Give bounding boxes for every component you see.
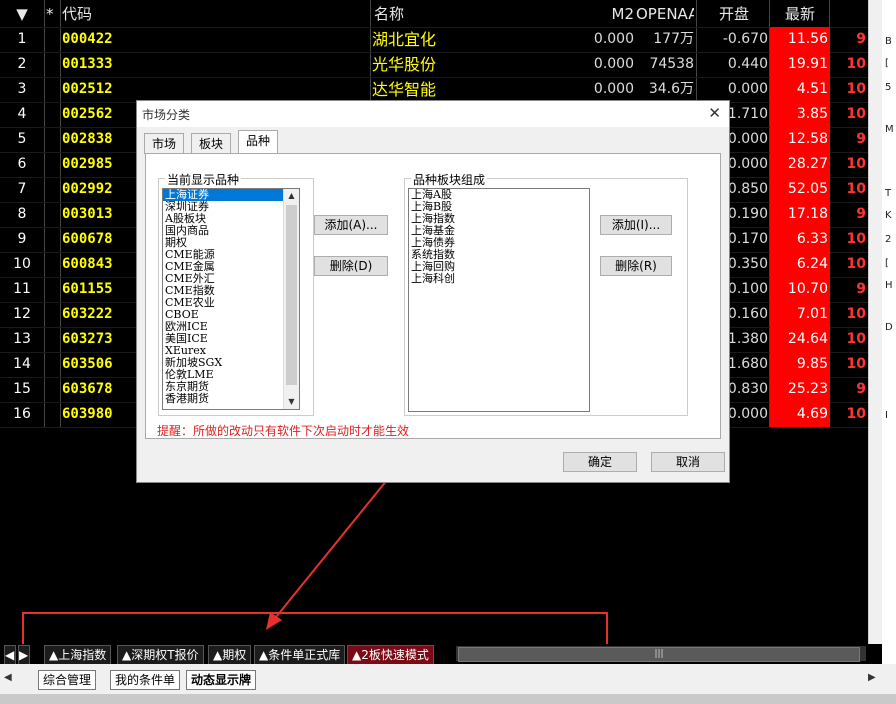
- tab-panel: 当前显示品种 上海证券 深圳证券 A股板块 国内商品 期权 CME能源 CME金属 CME外汇…: [145, 153, 721, 439]
- current-varieties-list[interactable]: 上海证券 深圳证券 A股板块 国内商品 期权 CME能源 CME金属 CME外汇 CME指数 CM…: [162, 188, 300, 410]
- dialog-title: 市场分类: [142, 108, 191, 122]
- sheet-tab-active[interactable]: ▲2板快速模式: [347, 645, 434, 665]
- add-button-left[interactable]: 添加(A)...: [314, 215, 388, 235]
- scroll-thumb[interactable]: |||: [458, 647, 860, 662]
- scroll-left-icon[interactable]: ◀: [4, 645, 16, 665]
- list-scrollbar[interactable]: ▲ ▼: [283, 189, 299, 409]
- close-icon[interactable]: ✕: [708, 104, 721, 122]
- bottom-tab[interactable]: 我的条件单: [110, 670, 181, 690]
- scroll-right-icon[interactable]: ▶: [18, 645, 30, 665]
- tab-market[interactable]: 市场: [144, 133, 185, 154]
- variety-composition-list[interactable]: 上海A股 上海B股 上海指数 上海基金 上海债券 系统指数 上海回购 上海科创: [408, 188, 590, 412]
- list-item[interactable]: 上海科创: [409, 273, 589, 285]
- bottom-bar: ◀ 综合管理 我的条件单 动态显示牌 ▶: [0, 664, 896, 704]
- horizontal-scrollbar[interactable]: |||: [456, 646, 866, 662]
- bottom-tab-active[interactable]: 动态显示牌: [186, 670, 257, 690]
- sheet-tab[interactable]: ▲上海指数: [44, 645, 112, 665]
- add-button-right[interactable]: 添加(I)...: [600, 215, 672, 235]
- restart-hint: 提醒：所做的改动只有软件下次启动时才能生效: [157, 424, 410, 438]
- status-strip: [0, 694, 896, 704]
- market-category-dialog: 市场分类 ✕ 市场 板块 品种 当前显示品种 上海证券 深圳证券 A股板块 国内商品期…: [136, 100, 730, 483]
- list-item[interactable]: 香港期货: [163, 393, 299, 405]
- ok-button[interactable]: 确定: [563, 452, 637, 472]
- scroll-left-icon[interactable]: ◀: [4, 672, 12, 683]
- sheet-tab[interactable]: ▲期权: [208, 645, 252, 665]
- scroll-thumb[interactable]: [286, 205, 297, 385]
- delete-button-right[interactable]: 删除(R): [600, 256, 672, 276]
- scroll-down-icon[interactable]: ▼: [284, 395, 299, 409]
- bottom-tab[interactable]: 综合管理: [38, 670, 97, 690]
- tab-variety[interactable]: 品种: [238, 130, 279, 155]
- sheet-tab-bar: ◀ ▶ ▲上海指数 ▲深期权T报价 ▲期权 ▲条件单正式库 ▲2板快速模式 ||…: [0, 644, 882, 665]
- sheet-tab[interactable]: ▲深期权T报价: [117, 645, 204, 665]
- group-title: 当前显示品种: [165, 171, 242, 188]
- scroll-right-icon[interactable]: ▶: [868, 672, 876, 683]
- group-title: 品种板块组成: [411, 171, 488, 188]
- cancel-button[interactable]: 取消: [651, 452, 725, 472]
- delete-button-left[interactable]: 删除(D): [314, 256, 388, 276]
- scroll-up-icon[interactable]: ▲: [284, 189, 299, 203]
- tab-sector[interactable]: 板块: [191, 133, 232, 154]
- dialog-titlebar: 市场分类 ✕: [137, 101, 729, 127]
- sheet-tab[interactable]: ▲条件单正式库: [254, 645, 346, 665]
